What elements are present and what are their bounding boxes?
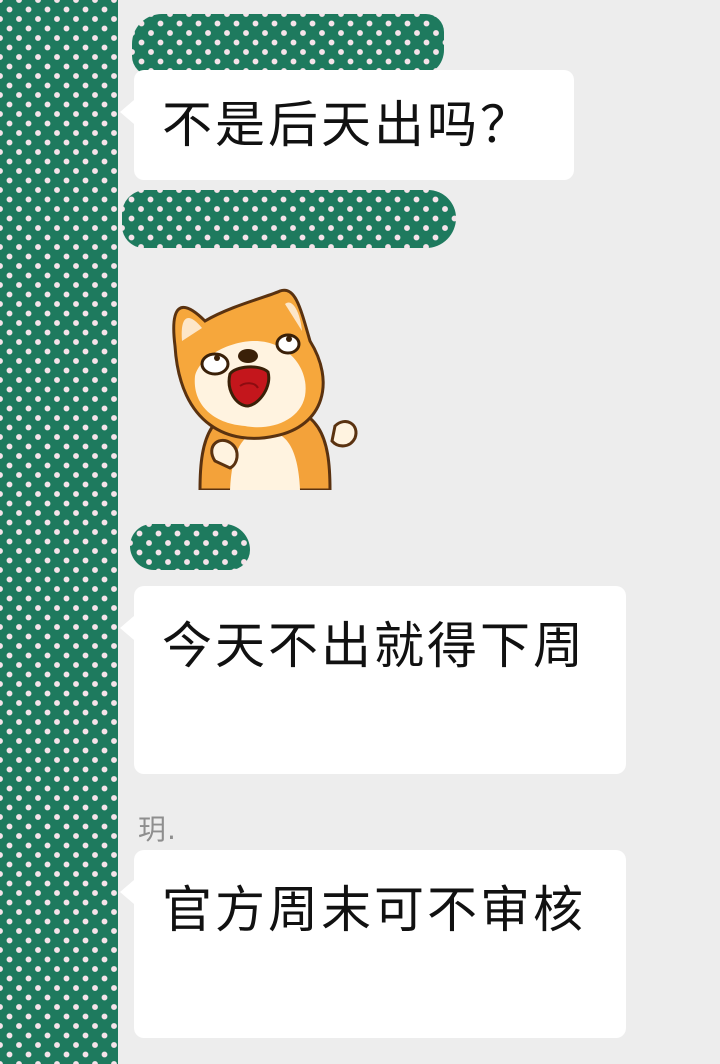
redacted-sender-name <box>130 524 250 570</box>
sender-name: 玥. <box>138 813 177 846</box>
shiba-dog-sticker[interactable] <box>160 286 370 492</box>
message-bubble[interactable]: 不是后天出吗？ <box>120 70 574 180</box>
message-text: 官方周末可不审核 <box>162 881 586 939</box>
redacted-sender-name <box>132 14 444 76</box>
message-text: 不是后天出吗？ <box>162 96 533 154</box>
redacted-avatar-column <box>0 0 118 1064</box>
message-text: 今天不出就得下周 <box>162 617 586 675</box>
redacted-sender-name <box>122 190 456 248</box>
message-bubble[interactable]: 官方周末可不审核 <box>120 850 626 1038</box>
message-bubble[interactable]: 今天不出就得下周 <box>120 586 626 774</box>
shiba-dog-sticker-art <box>172 288 358 492</box>
